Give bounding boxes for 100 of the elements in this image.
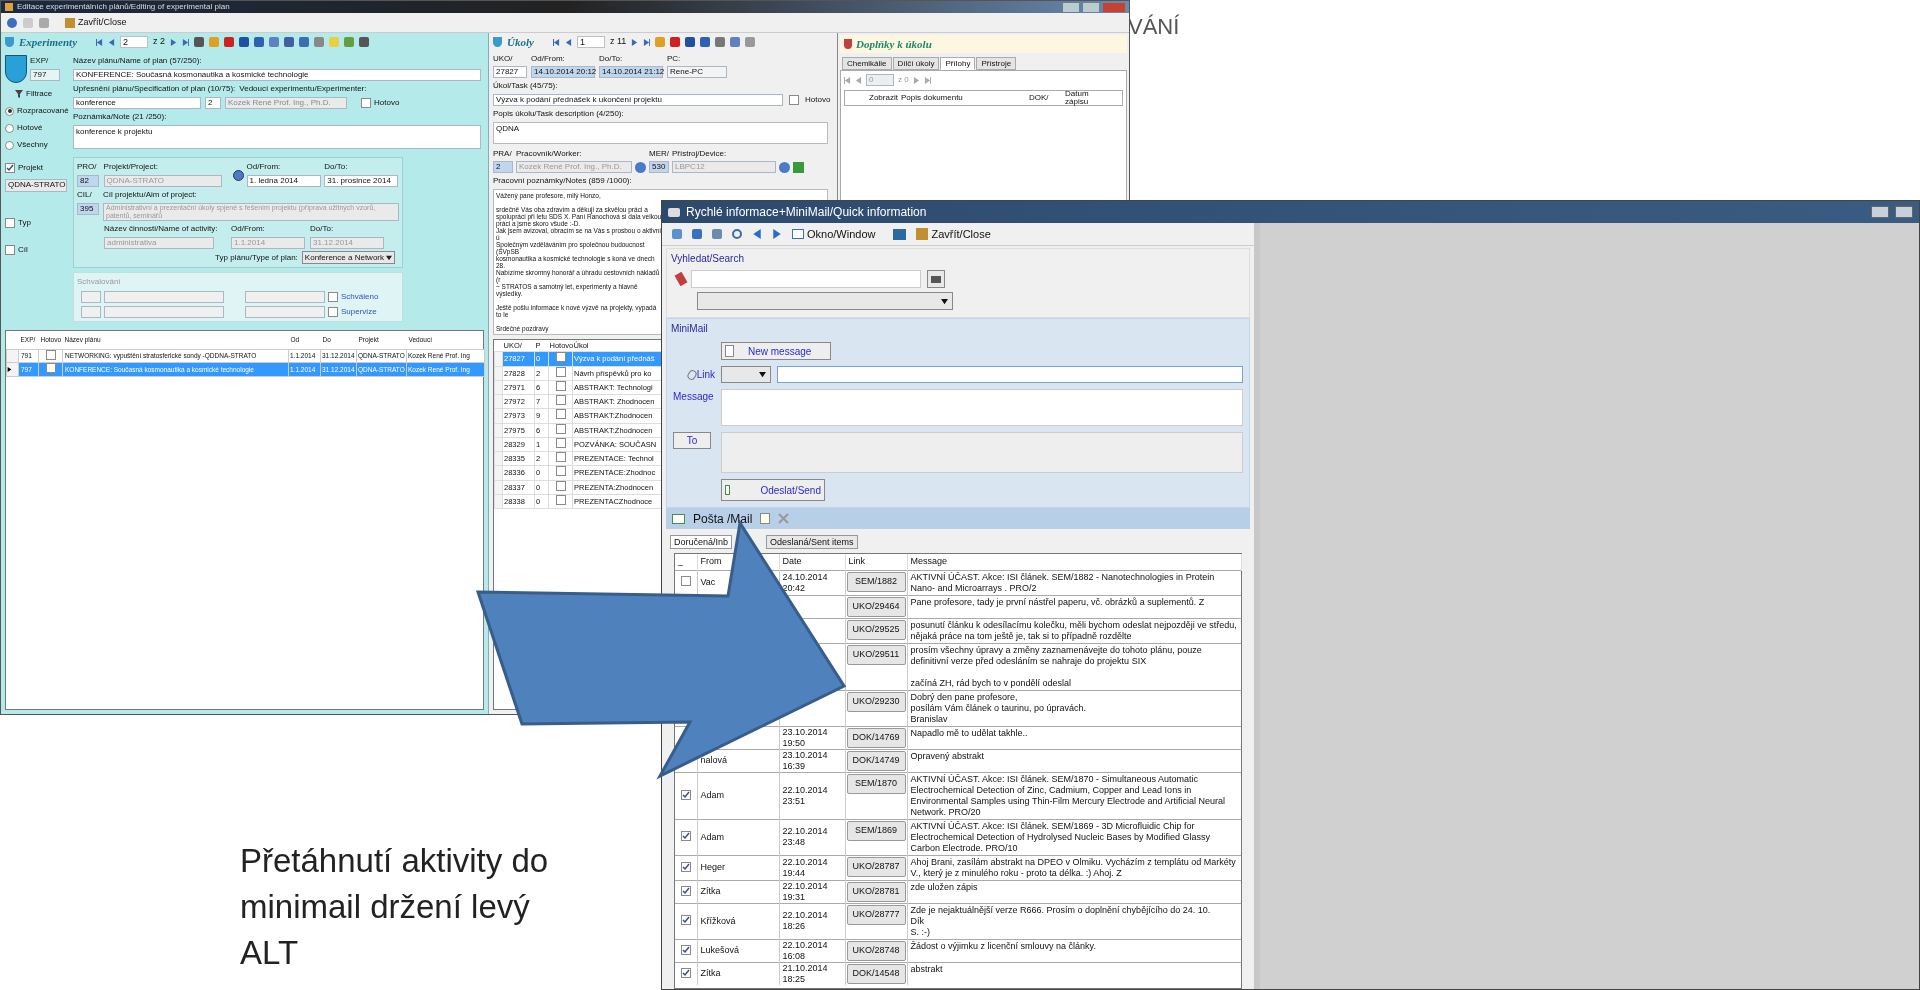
search-field[interactable] xyxy=(691,270,921,288)
close-button[interactable] xyxy=(1895,206,1913,218)
column-header[interactable]: DOK/ xyxy=(1029,92,1065,104)
text-field[interactable]: 2 xyxy=(205,97,221,109)
send-button[interactable]: Odeslat/Send xyxy=(721,479,825,501)
checkbox[interactable] xyxy=(680,885,691,896)
link-button[interactable]: SEM/1882 xyxy=(846,571,906,592)
text-field[interactable]: 530 xyxy=(649,161,669,173)
tab[interactable]: Chemikálie xyxy=(842,57,892,70)
previous-record-icon[interactable] xyxy=(564,38,572,46)
checkbox[interactable] xyxy=(45,363,56,374)
column-header[interactable]: Zobrazit xyxy=(869,92,901,104)
column-header[interactable]: _ xyxy=(678,556,683,567)
last-record-icon[interactable] xyxy=(182,38,190,46)
text-field[interactable]: 797 xyxy=(30,69,60,81)
checkbox[interactable] xyxy=(680,861,691,872)
link-button[interactable]: UKO/29511 xyxy=(846,644,906,665)
checkbox[interactable] xyxy=(328,292,338,302)
scrollbar[interactable] xyxy=(1254,223,1260,989)
radio-button[interactable] xyxy=(5,123,14,133)
toolbar-icon[interactable] xyxy=(685,37,696,47)
checkbox[interactable] xyxy=(680,944,691,955)
tab[interactable]: Přístroje xyxy=(976,57,1017,70)
toolbar-icon[interactable] xyxy=(254,37,265,47)
close-button[interactable]: Zavřít/Close xyxy=(916,225,991,243)
toolbar-icon[interactable] xyxy=(299,37,310,47)
link-button[interactable]: SEM/1870 xyxy=(846,773,906,794)
checkbox[interactable] xyxy=(555,409,566,420)
next-record-icon[interactable] xyxy=(170,38,178,46)
toolbar-icon[interactable] xyxy=(194,37,205,47)
forward-icon[interactable] xyxy=(772,229,782,239)
column-header[interactable]: Datum zápisu xyxy=(1065,90,1095,106)
checkbox[interactable] xyxy=(680,967,691,978)
tab[interactable]: Doručená/Inb xyxy=(670,535,733,549)
checkbox[interactable] xyxy=(5,163,15,173)
dropdown[interactable] xyxy=(721,366,771,383)
delete-icon[interactable] xyxy=(778,513,790,524)
link-button[interactable]: SEM/1869 xyxy=(846,820,906,841)
column-header[interactable]: Link xyxy=(848,556,865,567)
text-field[interactable]: QDNA-STRATO xyxy=(5,179,67,192)
column-header[interactable]: From xyxy=(700,556,722,567)
funnel-icon[interactable] xyxy=(15,90,23,98)
text-field[interactable]: Výzva k podání přednášek k ukončení projektu xyxy=(493,94,783,106)
text-field[interactable]: 395 xyxy=(77,203,99,215)
text-field[interactable]: KONFERENCE: Současná kosmonautika a kosmické technologie xyxy=(73,69,481,81)
date-picker[interactable]: 31. prosince 2014 xyxy=(324,175,399,187)
note-textarea[interactable]: konference k projektu xyxy=(73,125,481,149)
search-button[interactable] xyxy=(927,270,945,288)
dropdown[interactable]: Konference a Network xyxy=(301,251,395,264)
info-icon[interactable] xyxy=(779,162,790,173)
first-record-icon[interactable] xyxy=(552,38,560,46)
checkbox[interactable] xyxy=(5,218,15,228)
checkbox[interactable] xyxy=(328,307,338,317)
column-header[interactable]: Popis dokumentu xyxy=(901,92,1029,104)
text-field[interactable] xyxy=(81,291,101,303)
date-picker[interactable]: 1. ledna 2014 xyxy=(246,175,321,187)
text-field[interactable]: 14.10.2014 20:12 xyxy=(531,66,595,78)
toolbar-icon[interactable] xyxy=(224,37,235,47)
checkbox[interactable] xyxy=(361,98,371,108)
checkbox[interactable] xyxy=(45,349,56,360)
checkbox[interactable] xyxy=(555,395,566,405)
text-field[interactable]: konference xyxy=(73,97,201,109)
toolbar-icon[interactable] xyxy=(700,37,711,47)
checkbox[interactable] xyxy=(680,576,691,586)
checkbox[interactable] xyxy=(555,352,566,363)
text-field[interactable] xyxy=(245,306,325,318)
checkbox[interactable] xyxy=(555,437,566,448)
toolbar-icon[interactable] xyxy=(239,37,250,47)
checkbox[interactable] xyxy=(555,480,566,491)
link-button[interactable]: UKO/28777 xyxy=(846,904,906,925)
first-record-icon[interactable] xyxy=(96,38,104,46)
radio-button[interactable] xyxy=(5,140,14,150)
checkbox[interactable] xyxy=(680,831,691,841)
back-icon[interactable] xyxy=(752,229,762,239)
checkbox[interactable] xyxy=(555,423,566,434)
tab[interactable]: Dílčí úkoly xyxy=(892,57,940,70)
link-button[interactable]: UKO/29525 xyxy=(846,619,906,640)
next-record-icon[interactable] xyxy=(631,38,639,46)
link-button[interactable]: UKO/28781 xyxy=(846,881,906,902)
link-button[interactable]: DOK/14548 xyxy=(846,963,906,984)
text-field[interactable]: 14.10.2014 21:12 xyxy=(599,66,663,78)
checkbox[interactable] xyxy=(555,494,566,505)
checkbox[interactable] xyxy=(5,245,15,255)
checkbox[interactable] xyxy=(789,95,799,105)
text-field[interactable] xyxy=(104,306,224,318)
tab[interactable]: Přílohy xyxy=(940,57,976,70)
close-button[interactable]: Zavřít/Close xyxy=(65,15,127,30)
record-field[interactable]: 1 xyxy=(576,36,605,48)
toolbar-icon[interactable] xyxy=(7,17,17,28)
next-record-icon[interactable] xyxy=(912,76,920,84)
text-field[interactable] xyxy=(81,306,101,318)
text-field[interactable] xyxy=(104,291,224,303)
checkbox[interactable] xyxy=(555,380,566,391)
column-header[interactable]: Date xyxy=(782,556,802,567)
link-field[interactable] xyxy=(777,366,1243,383)
recipients-field[interactable] xyxy=(721,432,1243,473)
to-button[interactable]: To xyxy=(673,432,711,449)
minimize-button[interactable] xyxy=(1063,2,1079,12)
toolbar-icon[interactable] xyxy=(730,37,741,47)
checkbox[interactable] xyxy=(555,452,566,462)
